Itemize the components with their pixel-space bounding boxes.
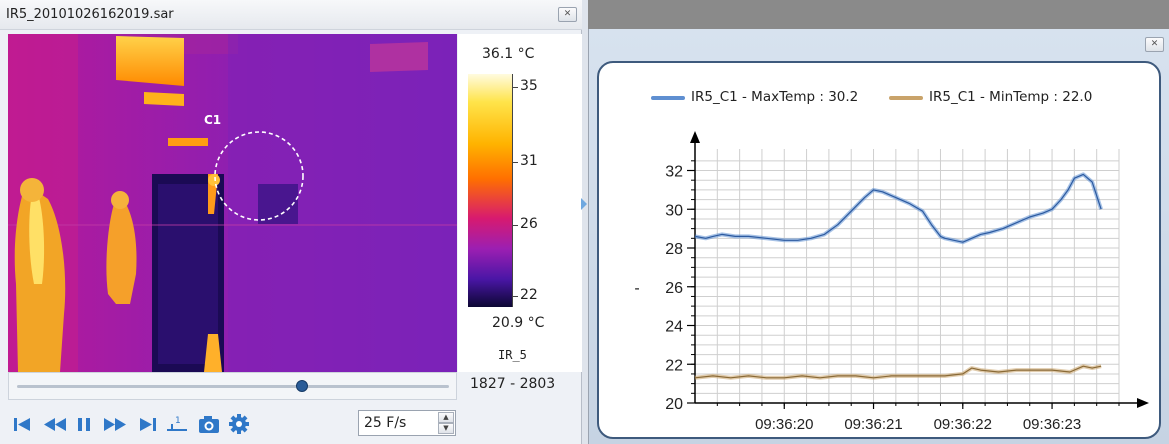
series-line-halo (694, 172, 1104, 245)
y-tick-label: 26 (665, 280, 683, 297)
line-chart: 20 22 24 26 28 30 32 - 09:36:20 09:36:21 09:36:22 0… (634, 131, 1149, 433)
chart-window: ✕ IR5_C1 - MaxTemp : 30.2 IR5_C1 - MinTe… (588, 29, 1169, 444)
slider-thumb[interactable] (296, 380, 309, 392)
close-icon: ✕ (1150, 39, 1159, 49)
svg-text:1: 1 (175, 416, 181, 426)
frame-rate-value: 25 F/s (364, 415, 407, 431)
y-tick-label: 32 (665, 164, 683, 181)
x-tick-label: 09:36:21 (844, 416, 902, 433)
x-tick-label: 09:36:20 (755, 416, 813, 433)
scale-tick-label: 26 (520, 216, 538, 232)
rewind-button[interactable] (42, 412, 68, 436)
thermal-image-canvas: C1 (8, 34, 457, 372)
frame-rate-up-button[interactable]: ▲ (438, 412, 454, 423)
frame-range: 1827 - 2803 (470, 376, 556, 392)
y-axis-label: - (634, 280, 639, 297)
rewind-icon (44, 418, 66, 431)
pause-button[interactable] (72, 412, 98, 436)
snapshot-camera-icon (199, 416, 219, 433)
scale-tick-label: 22 (520, 287, 538, 303)
frame-rate-down-button[interactable]: ▼ (438, 423, 454, 434)
x-tick-label: 09:36:23 (1023, 416, 1081, 433)
y-tick-label: 20 (665, 396, 683, 413)
close-thermal-viewer-button[interactable]: ✕ (558, 7, 577, 22)
series-line-max-temp (694, 173, 1102, 243)
fast-forward-icon (104, 418, 126, 431)
close-icon: ✕ (563, 9, 572, 19)
close-chart-window-button[interactable]: ✕ (1145, 37, 1164, 52)
pause-icon (78, 418, 90, 431)
snapshot-button[interactable] (196, 412, 222, 436)
scale-tick-label: 31 (520, 153, 538, 169)
color-scale: 36.1 °C 35 31 26 22 20.9 °C IR_5 (458, 34, 582, 372)
chart-window-header (588, 0, 1169, 29)
skip-to-start-button[interactable] (10, 412, 36, 436)
settings-button[interactable] (226, 412, 252, 436)
settings-gear-icon (229, 414, 249, 434)
chevron-up-icon: ▲ (443, 413, 449, 421)
skip-to-start-icon (14, 418, 30, 431)
skip-to-end-button[interactable] (134, 412, 160, 436)
sensor-name: IR_5 (498, 348, 527, 362)
thermal-viewer-titlebar: IR5_20101026162019.sar ✕ (0, 0, 582, 30)
thermal-viewer-panel: IR5_20101026162019.sar ✕ C1 36.1 °C 35 3… (0, 0, 582, 444)
app-window: IR5_20101026162019.sar ✕ C1 36.1 °C 35 3… (0, 0, 1169, 444)
step-frame-icon: 1 (167, 416, 187, 431)
frame-rate-spinner[interactable]: 25 F/s ▲ ▼ (358, 410, 456, 436)
y-tick-label: 30 (665, 202, 683, 219)
y-tick-label: 28 (665, 241, 683, 258)
scale-max-label: 36.1 °C (482, 46, 535, 62)
x-axis-arrow (1137, 398, 1149, 408)
chart-container: IR5_C1 - MaxTemp : 30.2 IR5_C1 - MinTemp… (597, 61, 1161, 439)
splitter-arrow-icon (581, 198, 587, 210)
skip-to-end-icon (140, 418, 156, 431)
y-axis-arrow (690, 131, 700, 143)
slider-track[interactable] (17, 385, 449, 388)
thermal-image[interactable]: C1 (8, 34, 457, 372)
playback-controls: 1 (10, 410, 310, 438)
frame-slider[interactable] (8, 372, 457, 400)
fast-forward-button[interactable] (102, 412, 128, 436)
step-frame-button[interactable]: 1 (164, 412, 190, 436)
y-tick-label: 24 (665, 319, 683, 336)
x-tick-label: 09:36:22 (934, 416, 992, 433)
chevron-down-icon: ▼ (443, 424, 449, 432)
y-tick-label: 22 (665, 357, 683, 374)
scale-tick-label: 35 (520, 78, 538, 94)
roi-label: C1 (204, 113, 221, 127)
file-title: IR5_20101026162019.sar (6, 7, 174, 22)
scale-min-label: 20.9 °C (492, 315, 545, 331)
color-scale-bar (468, 74, 512, 307)
